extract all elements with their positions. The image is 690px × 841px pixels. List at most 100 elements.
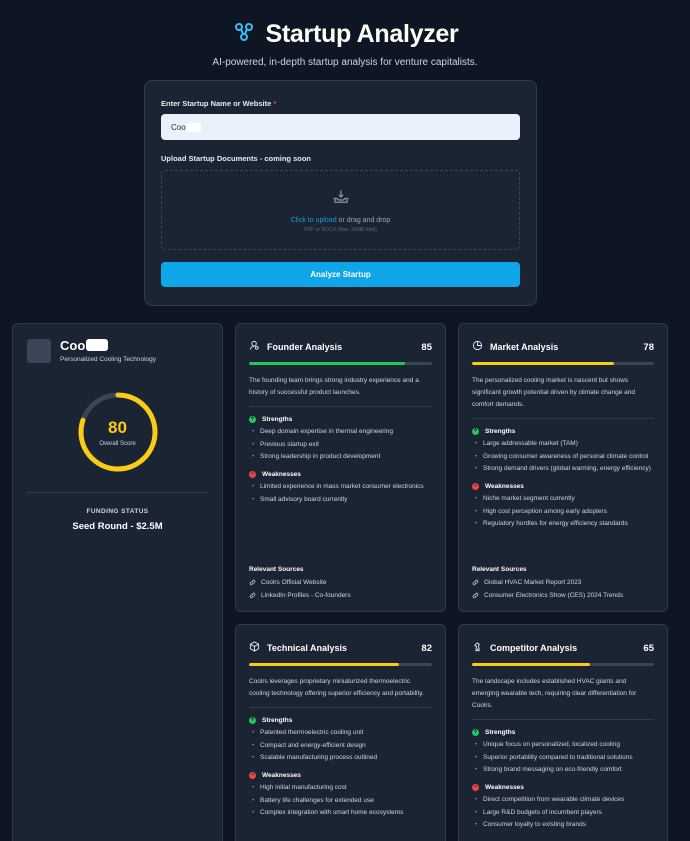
startup-name-label: Enter Startup Name or Website * bbox=[161, 99, 520, 108]
strengths-list: Large addressable market (TAM) Growing co… bbox=[472, 439, 654, 474]
analyze-startup-button[interactable]: Analyze Startup bbox=[161, 262, 520, 287]
weaknesses-title: Weaknesses bbox=[485, 784, 524, 791]
minus-circle-icon: − bbox=[472, 483, 479, 490]
company-header: Coo Personalized Cooling Technology bbox=[27, 338, 208, 363]
divider bbox=[249, 406, 432, 407]
source-link-text[interactable]: Consumer Electronics Show (CES) 2024 Tre… bbox=[484, 592, 623, 599]
strengths-title: Strengths bbox=[262, 717, 293, 724]
strengths-title: Strengths bbox=[485, 729, 516, 736]
sources-title: Relevant Sources bbox=[472, 566, 527, 573]
list-item: Deep domain expertise in thermal enginee… bbox=[249, 427, 432, 437]
overall-score-label: Overall Score bbox=[99, 440, 136, 447]
card-summary: The personalized cooling market is nasce… bbox=[472, 377, 635, 408]
market-analysis-card: Market Analysis 78 The personalized cool… bbox=[458, 323, 668, 612]
funding-status-label: FUNDING STATUS bbox=[86, 508, 149, 515]
network-nodes-icon bbox=[232, 20, 256, 49]
click-to-upload-link[interactable]: Click to upload bbox=[291, 217, 337, 224]
weaknesses-header: − Weaknesses bbox=[249, 772, 432, 779]
list-item: Scalable manufacturing process outlined bbox=[249, 753, 432, 763]
list-item: Growing consumer awareness of personal c… bbox=[472, 452, 654, 462]
score-bar-fill bbox=[472, 362, 614, 365]
founder-analysis-card: Founder Analysis 85 The founding team br… bbox=[235, 323, 446, 612]
weaknesses-header: − Weaknesses bbox=[472, 784, 654, 791]
divider bbox=[472, 418, 654, 419]
company-logo bbox=[27, 338, 51, 363]
weaknesses-title: Weaknesses bbox=[262, 772, 301, 779]
gauge-center: 80 Overall Score bbox=[76, 390, 160, 474]
company-tagline: Personalized Cooling Technology bbox=[60, 356, 156, 363]
plus-circle-icon: + bbox=[249, 416, 256, 423]
plus-circle-icon: + bbox=[249, 717, 256, 724]
cube-icon bbox=[249, 639, 260, 657]
overall-score-value: 80 bbox=[108, 417, 127, 437]
list-item: Direct competition from wearable climate… bbox=[472, 795, 654, 805]
source-link[interactable]: LinkedIn Profiles - Co-founders bbox=[249, 592, 432, 599]
card-title-wrap: Technical Analysis bbox=[249, 639, 347, 657]
analyze-form: Enter Startup Name or Website * Coo Uplo… bbox=[144, 80, 537, 306]
card-score: 78 bbox=[643, 341, 654, 353]
required-mark: * bbox=[273, 99, 277, 108]
card-header: Founder Analysis 85 bbox=[249, 338, 432, 356]
source-link[interactable]: Consumer Electronics Show (CES) 2024 Tre… bbox=[472, 592, 654, 599]
relevant-sources: Relevant Sources Coolrs Official Website… bbox=[249, 566, 432, 599]
startup-name-input[interactable]: Coo bbox=[161, 114, 520, 140]
weaknesses-list: High initial manufacturing cost Battery l… bbox=[249, 783, 432, 818]
card-title-wrap: Competitor Analysis bbox=[472, 639, 577, 657]
weaknesses-title: Weaknesses bbox=[262, 471, 301, 478]
list-item: Large R&D budgets of incumbent players bbox=[472, 808, 654, 818]
strengths-header: + Strengths bbox=[472, 428, 654, 435]
list-item: Compact and energy-efficient design bbox=[249, 741, 432, 751]
source-link[interactable]: Coolrs Official Website bbox=[249, 579, 432, 586]
list-item: Consumer loyalty to existing brands bbox=[472, 820, 654, 830]
link-icon bbox=[249, 592, 256, 599]
card-title: Technical Analysis bbox=[267, 643, 348, 653]
card-title: Competitor Analysis bbox=[490, 643, 578, 653]
score-bar bbox=[472, 663, 654, 666]
source-link[interactable]: Global HVAC Market Report 2023 bbox=[472, 579, 654, 586]
source-link-text[interactable]: LinkedIn Profiles - Co-founders bbox=[261, 592, 351, 599]
startup-name-label-text: Enter Startup Name or Website bbox=[161, 99, 272, 108]
source-link-text[interactable]: Coolrs Official Website bbox=[261, 579, 327, 586]
score-bar-fill bbox=[249, 663, 400, 666]
upload-tray-icon bbox=[332, 188, 350, 211]
minus-circle-icon: − bbox=[249, 471, 256, 478]
card-summary: The founding team brings strong industry… bbox=[249, 377, 419, 396]
strengths-header: + Strengths bbox=[249, 416, 432, 423]
title-row: Startup Analyzer bbox=[0, 20, 690, 49]
divider bbox=[27, 492, 208, 493]
card-title-wrap: Market Analysis bbox=[472, 338, 558, 356]
source-link-text[interactable]: Global HVAC Market Report 2023 bbox=[484, 579, 581, 586]
list-item: Unique focus on personalized, localized … bbox=[472, 740, 654, 750]
score-bar bbox=[249, 663, 432, 666]
card-header: Technical Analysis 82 bbox=[249, 639, 432, 657]
weaknesses-header: − Weaknesses bbox=[472, 483, 654, 490]
document-dropzone[interactable]: Click to upload or drag and drop PDF or … bbox=[161, 170, 520, 250]
sources-title: Relevant Sources bbox=[249, 566, 304, 573]
list-item: High cost perception among early adopter… bbox=[472, 507, 654, 517]
card-score: 85 bbox=[421, 341, 432, 353]
card-summary: Coolrs leverages proprietary miniaturize… bbox=[249, 678, 424, 697]
weaknesses-list: Direct competition from wearable climate… bbox=[472, 795, 654, 830]
score-bar-fill bbox=[472, 663, 591, 666]
company-name-text: Coo bbox=[60, 338, 86, 353]
card-score: 65 bbox=[643, 642, 654, 654]
strengths-header: + Strengths bbox=[249, 717, 432, 724]
app-subtitle: AI-powered, in-depth startup analysis fo… bbox=[212, 57, 478, 68]
overall-score-gauge: 80 Overall Score bbox=[76, 390, 160, 474]
weaknesses-title: Weaknesses bbox=[485, 483, 524, 490]
redacted-mask bbox=[86, 339, 109, 351]
competitor-analysis-card: Competitor Analysis 65 The landscape inc… bbox=[458, 624, 668, 841]
divider bbox=[249, 707, 432, 708]
relevant-sources: Relevant Sources Global HVAC Market Repo… bbox=[472, 566, 654, 599]
card-title-wrap: Founder Analysis bbox=[249, 338, 342, 356]
list-item: Patented thermoelectric cooling unit bbox=[249, 728, 432, 738]
sources-list: Global HVAC Market Report 2023 Consumer E… bbox=[472, 579, 654, 599]
list-item: Strong demand drivers (global warming, e… bbox=[472, 464, 654, 474]
upload-label: Upload Startup Documents - coming soon bbox=[161, 154, 312, 163]
card-header: Competitor Analysis 65 bbox=[472, 639, 654, 657]
list-item: Complex integration with smart home ecos… bbox=[249, 808, 432, 818]
plus-circle-icon: + bbox=[472, 428, 479, 435]
strengths-list: Deep domain expertise in thermal enginee… bbox=[249, 427, 432, 462]
strengths-title: Strengths bbox=[262, 416, 293, 423]
weaknesses-list: Limited experience in mass market consum… bbox=[249, 482, 432, 505]
